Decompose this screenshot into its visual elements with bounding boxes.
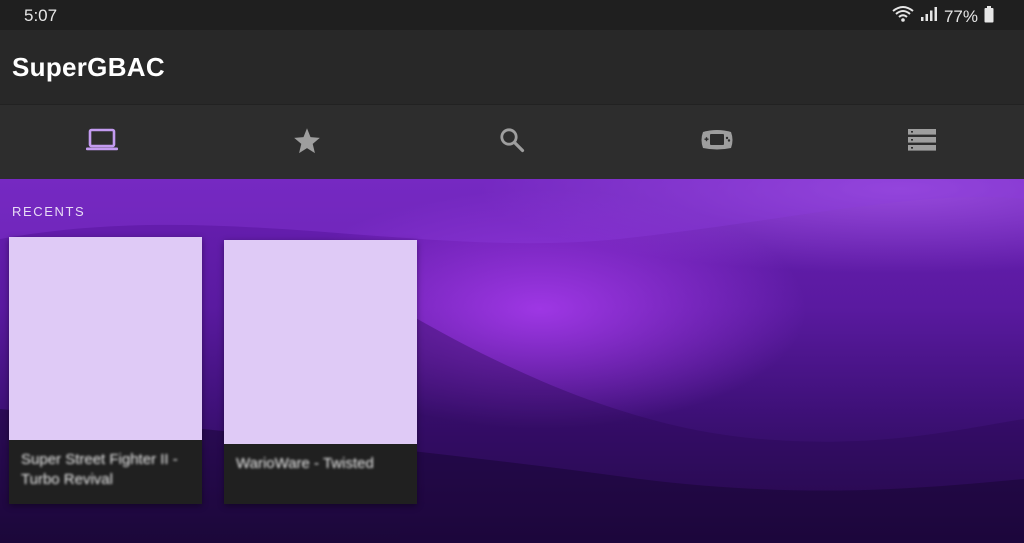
game-cover xyxy=(9,237,202,440)
wifi-icon xyxy=(892,5,914,28)
star-icon xyxy=(293,127,321,159)
signal-icon xyxy=(920,6,938,27)
tab-library[interactable] xyxy=(0,105,205,180)
battery-icon xyxy=(984,5,994,28)
game-cover xyxy=(224,240,417,444)
app-bar: SuperGBAC xyxy=(0,30,1024,104)
tab-storage[interactable] xyxy=(819,105,1024,180)
battery-percent: 77% xyxy=(943,6,978,26)
screen: 5:07 77% SuperGBAC RECENTS Super Street … xyxy=(0,0,1024,543)
status-icons: 77% xyxy=(892,5,994,28)
tab-search[interactable] xyxy=(410,105,615,180)
recents-content[interactable]: RECENTS Super Street Fighter II - Turbo … xyxy=(0,179,1024,543)
search-icon xyxy=(499,127,525,158)
game-title: WarioWare - Twisted xyxy=(236,455,374,472)
gameboy-advance-icon xyxy=(700,129,734,156)
tab-systems[interactable] xyxy=(614,105,819,180)
game-title: Super Street Fighter II - Turbo Revival xyxy=(21,451,178,488)
list-storage-icon xyxy=(907,129,936,156)
app-title: SuperGBAC xyxy=(12,52,165,82)
tab-bar xyxy=(0,104,1024,180)
tab-favorites[interactable] xyxy=(205,105,410,180)
recent-game-card-2[interactable]: WarioWare - Twisted xyxy=(224,240,417,504)
status-time: 5:07 xyxy=(24,6,58,25)
status-bar: 5:07 77% xyxy=(0,0,1024,30)
recents-header: RECENTS xyxy=(12,204,86,219)
recent-game-card-1[interactable]: Super Street Fighter II - Turbo Revival xyxy=(9,237,202,504)
laptop-icon xyxy=(85,128,119,157)
